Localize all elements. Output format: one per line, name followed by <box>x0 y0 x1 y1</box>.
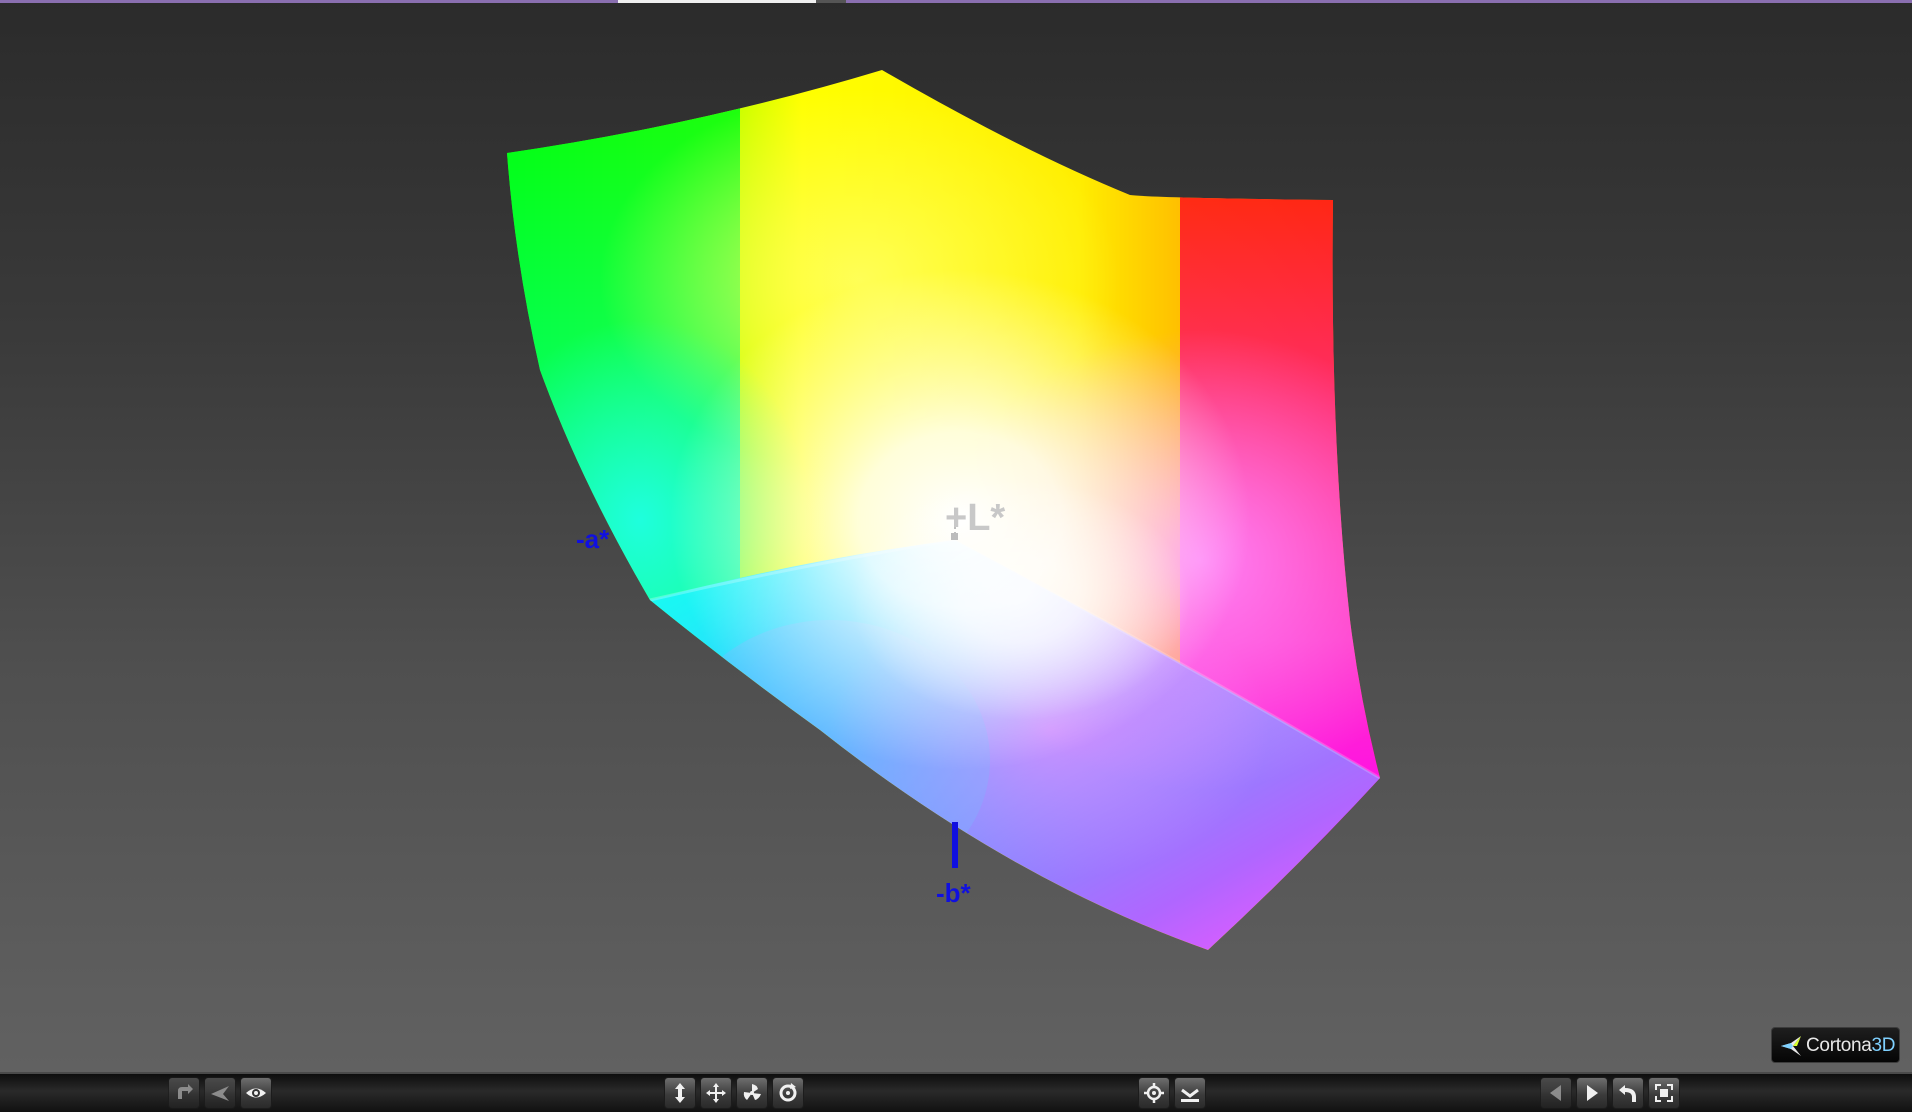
fit-button[interactable] <box>1648 1077 1680 1109</box>
restore-button[interactable] <box>1612 1077 1644 1109</box>
target-button[interactable] <box>1138 1077 1170 1109</box>
neg-a-axis-label: -a* <box>576 524 610 554</box>
pos-l-axis-label: +L* <box>945 497 1005 539</box>
restore-icon <box>1619 1085 1636 1102</box>
elevate-arrows-icon <box>675 1083 685 1103</box>
rotate-button[interactable] <box>772 1077 804 1109</box>
fly-button[interactable] <box>204 1077 236 1109</box>
straighten-icon <box>1181 1088 1199 1102</box>
move-button[interactable] <box>700 1077 732 1109</box>
cortona-logo-icon <box>1781 1036 1801 1056</box>
roll-button[interactable] <box>736 1077 768 1109</box>
gamut-scene[interactable]: -a* -b* +L* <box>0 0 1912 1112</box>
roll-fan-icon <box>743 1084 761 1100</box>
pan-arrow-button[interactable] <box>168 1077 200 1109</box>
fit-icon <box>1655 1084 1673 1102</box>
neg-b-axis-label: -b* <box>936 878 972 908</box>
logo-text: Cortona <box>1806 1035 1872 1056</box>
rotate-icon <box>779 1083 797 1102</box>
eye-button[interactable] <box>240 1077 272 1109</box>
logo-suffix: 3D <box>1871 1035 1896 1056</box>
next-viewpoint-button[interactable] <box>1576 1077 1608 1109</box>
next-viewpoint-icon <box>1587 1085 1598 1101</box>
target-icon <box>1144 1083 1164 1103</box>
fly-icon <box>211 1086 229 1101</box>
cortona3d-logo[interactable]: Cortona3D <box>1771 1027 1900 1063</box>
elevate-button[interactable] <box>664 1077 696 1109</box>
pan-arrow-icon <box>178 1084 193 1099</box>
move-crosshair-icon <box>706 1083 726 1103</box>
previous-viewpoint-button[interactable] <box>1540 1077 1572 1109</box>
previous-viewpoint-icon <box>1550 1085 1561 1101</box>
eye-icon <box>246 1088 266 1098</box>
straighten-button[interactable] <box>1174 1077 1206 1109</box>
3d-viewport[interactable]: -a* -b* +L* Cortona3D <box>0 0 1912 1112</box>
